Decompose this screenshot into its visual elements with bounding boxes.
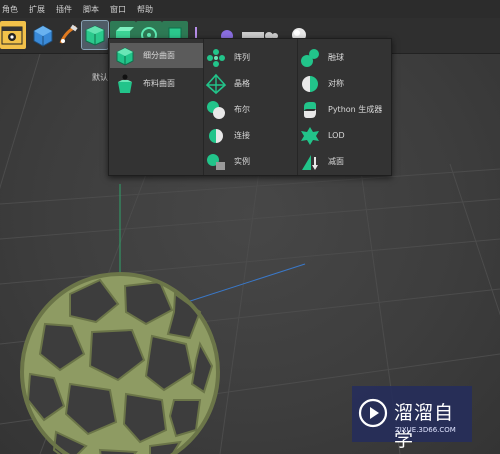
watermark-title: 溜溜自学 [394, 402, 455, 451]
metaball-icon [299, 47, 321, 69]
menu-plugins[interactable]: 插件 [56, 4, 72, 15]
menu-item-cloth-surface[interactable]: 布料曲面 [110, 71, 203, 96]
cloth-surface-icon [114, 73, 136, 95]
menu-script[interactable]: 脚本 [83, 4, 99, 15]
python-generator-icon [299, 99, 321, 121]
cube-icon[interactable] [30, 21, 56, 49]
menu-extensions[interactable]: 扩展 [29, 4, 45, 15]
menu-help[interactable]: 帮助 [137, 4, 153, 15]
polygon-reduction-icon [299, 151, 321, 173]
menu-item-array[interactable]: 阵列 [205, 45, 295, 70]
menubar: 角色 扩展 插件 脚本 窗口 帮助 [0, 0, 500, 18]
play-logo-icon [358, 398, 388, 428]
menu-item-subdivision-surface[interactable]: 细分曲面 [110, 43, 203, 68]
menu-item-connect[interactable]: 连接 [205, 123, 295, 148]
menu-item-boolean[interactable]: 布尔 [205, 97, 295, 122]
render-settings-icon[interactable] [0, 21, 26, 49]
menu-item-atom-array[interactable]: 晶格 [205, 71, 295, 96]
atom-array-icon [205, 73, 227, 95]
voronoi-sphere-object[interactable] [20, 272, 220, 454]
generator-dropdown-menu: 细分曲面 布料曲面 阵列 晶格 布尔 连接 实例 融球 对称 Python 生成… [108, 38, 392, 176]
subdivision-surface-icon[interactable] [81, 20, 109, 50]
menu-character[interactable]: 角色 [2, 4, 18, 15]
menu-item-metaball[interactable]: 融球 [299, 45, 391, 70]
menu-item-python-generator[interactable]: Python 生成器 [299, 97, 391, 122]
lod-icon [299, 125, 321, 147]
menu-window[interactable]: 窗口 [110, 4, 126, 15]
menu-item-lod[interactable]: LOD [299, 123, 391, 148]
watermark-url: ZIXUE.3D66.COM [395, 426, 456, 434]
subdivision-surface-icon [114, 45, 136, 67]
symmetry-icon [299, 73, 321, 95]
array-icon [205, 47, 227, 69]
menu-item-symmetry[interactable]: 对称 [299, 71, 391, 96]
menu-item-instance[interactable]: 实例 [205, 149, 295, 174]
pen-icon[interactable] [56, 21, 82, 49]
menu-item-polygon-reduction[interactable]: 减面 [299, 149, 391, 174]
watermark: 溜溜自学 ZIXUE.3D66.COM [352, 386, 472, 451]
boolean-icon [205, 99, 227, 121]
connect-icon [205, 125, 227, 147]
instance-icon [205, 151, 227, 173]
viewport-label: 默认 [92, 73, 108, 82]
